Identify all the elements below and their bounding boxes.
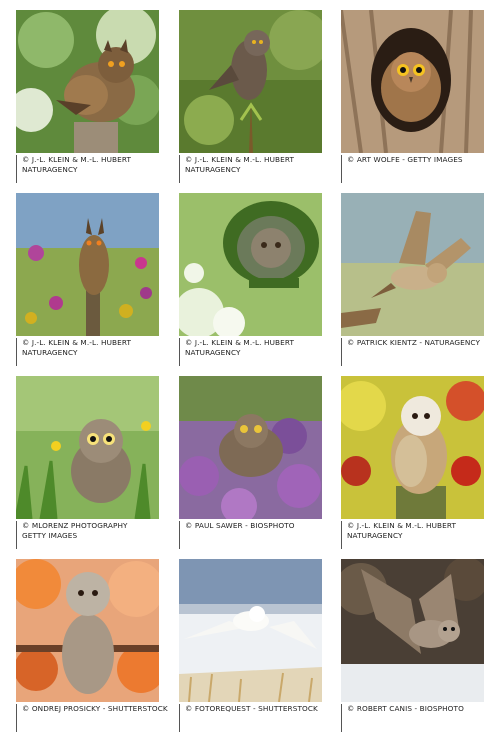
photo-owl-in-grass <box>16 376 159 519</box>
photo-grid: © J.-L. KLEIN & M.-L. HUBERT NATURAGENCY… <box>16 10 486 732</box>
credit-line-1: © J.-L. KLEIN & M.-L. HUBERT <box>22 338 132 347</box>
photo-credit: © PATRICK KIENTZ - NATURAGENCY <box>341 338 484 366</box>
photo-long-eared-owl-flowers <box>16 193 159 336</box>
photo-owl-flight-snow <box>341 559 484 702</box>
photo-card: © ONDREJ PROSICKY - SHUTTERSTOCK <box>16 559 168 732</box>
credit-line-1: © ART WOLFE - GETTY IMAGES <box>347 155 463 164</box>
photo-eagle-owl-on-stump <box>16 10 159 153</box>
credit-line-1: © FOTOREQUEST - SHUTTERSTOCK <box>185 704 318 713</box>
photo-card: © J.-L. KLEIN & M.-L. HUBERT NATURAGENCY <box>179 193 322 366</box>
photo-credit: © J.-L. KLEIN & M.-L. HUBERT NATURAGENCY <box>179 338 322 366</box>
photo-card: © PATRICK KIENTZ - NATURAGENCY <box>341 193 484 366</box>
credit-line-1: © J.-L. KLEIN & M.-L. HUBERT <box>185 338 295 347</box>
photo-barn-owl-red-berries <box>341 376 484 519</box>
photo-owl-in-moss-nest <box>179 193 322 336</box>
credit-line-2: NATURAGENCY <box>185 165 241 174</box>
credit-line-1: © ONDREJ PROSICKY - SHUTTERSTOCK <box>22 704 168 713</box>
photo-credit: © J.-L. KLEIN & M.-L. HUBERT NATURAGENCY <box>341 521 484 549</box>
photo-credit: © ROBERT CANIS - BIOSPHOTO <box>341 704 484 732</box>
photo-credit: © ART WOLFE - GETTY IMAGES <box>341 155 484 183</box>
credit-line-2: NATURAGENCY <box>22 348 78 357</box>
photo-card: © FOTOREQUEST - SHUTTERSTOCK <box>179 559 322 732</box>
photo-credit: © J.-L. KLEIN & M.-L. HUBERT NATURAGENCY <box>179 155 322 183</box>
photo-owl-in-heather <box>179 376 322 519</box>
photo-owl-landing-flight <box>341 193 484 336</box>
photo-card: © PAUL SAWER - BIOSPHOTO <box>179 376 322 549</box>
photo-snowy-owl-flight <box>179 559 322 702</box>
photo-owl-autumn-leaves <box>16 559 159 702</box>
photo-card: © J.-L. KLEIN & M.-L. HUBERT NATURAGENCY <box>179 10 322 183</box>
credit-line-2: NATURAGENCY <box>185 348 241 357</box>
photo-card: © J.-L. KLEIN & M.-L. HUBERT NATURAGENCY <box>16 10 159 183</box>
credit-line-1: © J.-L. KLEIN & M.-L. HUBERT <box>185 155 295 164</box>
photo-credit: © PAUL SAWER - BIOSPHOTO <box>179 521 322 549</box>
credit-line-2: GETTY IMAGES <box>22 531 78 540</box>
credit-line-1: © J.-L. KLEIN & M.-L. HUBERT <box>347 521 457 530</box>
photo-owl-on-branch-green <box>179 10 322 153</box>
photo-credit: © ONDREJ PROSICKY - SHUTTERSTOCK <box>16 704 168 732</box>
credit-line-1: © J.-L. KLEIN & M.-L. HUBERT <box>22 155 132 164</box>
credit-line-1: © PATRICK KIENTZ - NATURAGENCY <box>347 338 481 347</box>
photo-credit: © FOTOREQUEST - SHUTTERSTOCK <box>179 704 322 732</box>
credit-line-1: © PAUL SAWER - BIOSPHOTO <box>185 521 295 530</box>
photo-owl-in-tree-hollow <box>341 10 484 153</box>
credit-line-2: NATURAGENCY <box>22 165 78 174</box>
photo-credit: © J.-L. KLEIN & M.-L. HUBERT NATURAGENCY <box>16 338 159 366</box>
photo-credit: © MLORENZ PHOTOGRAPHY GETTY IMAGES <box>16 521 159 549</box>
credit-line-1: © MLORENZ PHOTOGRAPHY <box>22 521 128 530</box>
photo-card: © ROBERT CANIS - BIOSPHOTO <box>341 559 484 732</box>
credit-line-1: © ROBERT CANIS - BIOSPHOTO <box>347 704 464 713</box>
photo-card: © ART WOLFE - GETTY IMAGES <box>341 10 484 183</box>
credit-line-2: NATURAGENCY <box>347 531 403 540</box>
photo-card: © J.-L. KLEIN & M.-L. HUBERT NATURAGENCY <box>16 193 159 366</box>
photo-card: © J.-L. KLEIN & M.-L. HUBERT NATURAGENCY <box>341 376 484 549</box>
photo-credit: © J.-L. KLEIN & M.-L. HUBERT NATURAGENCY <box>16 155 159 183</box>
photo-card: © MLORENZ PHOTOGRAPHY GETTY IMAGES <box>16 376 159 549</box>
